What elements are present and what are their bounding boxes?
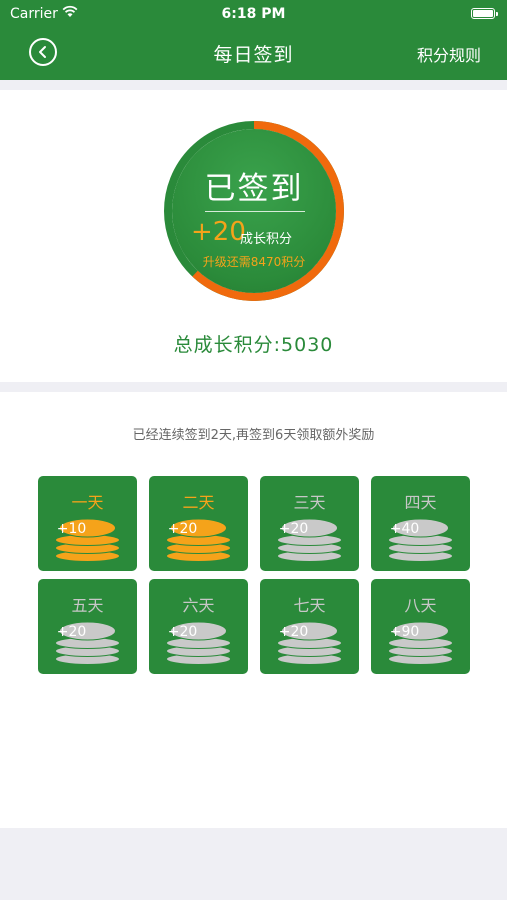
points-rules-link[interactable]: 积分规则 [417, 42, 481, 66]
day-label: 三天 [293, 493, 326, 512]
day-tile[interactable]: 四天 +40 [371, 476, 470, 571]
day-tile[interactable]: 五天 +20 [38, 579, 137, 674]
day-label: 八天 [404, 596, 437, 615]
day-label: 七天 [293, 596, 326, 615]
earned-points: +20 [191, 217, 246, 247]
reward-points: +20 [56, 624, 87, 640]
day-tile[interactable]: 一天 +10 [38, 476, 137, 571]
day-label: 五天 [71, 596, 104, 615]
reward-points: +20 [167, 521, 198, 537]
day-tile[interactable]: 八天 +90 [371, 579, 470, 674]
day-tile[interactable]: 二天 +20 [149, 476, 248, 571]
day-label: 二天 [182, 493, 215, 512]
status-bar: Carrier 6:18 PM [0, 0, 507, 28]
upgrade-requirement: 升级还需8470积分 [202, 255, 306, 269]
navigation-bar: Carrier 6:18 PM 每日签到 积分规则 [0, 0, 507, 80]
sign-in-summary-card: 已签到 +20 成长积分 升级还需8470积分 总成长积分:5030 [0, 90, 507, 382]
reward-points: +90 [389, 624, 420, 640]
day-tile[interactable]: 七天 +20 [260, 579, 359, 674]
day-tile[interactable]: 三天 +20 [260, 476, 359, 571]
signed-status: 已签到 [204, 171, 304, 207]
streak-rewards-card: 已经连续签到2天,再签到6天领取额外奖励 一天 +10 二天 +20 三天 +20 四天 +4… [0, 392, 507, 828]
day-reward-grid: 一天 +10 二天 +20 三天 +20 四天 +40 五天 +20 六天 +20 七天 +20 八天 +90 [38, 476, 470, 674]
divider [205, 211, 305, 212]
sign-in-button[interactable]: 已签到 +20 成长积分 升级还需8470积分 [172, 129, 336, 293]
day-label: 一天 [71, 493, 104, 512]
reward-points: +10 [56, 521, 87, 537]
reward-points: +20 [278, 521, 309, 537]
earned-points-label: 成长积分 [240, 232, 293, 247]
reward-points: +40 [389, 521, 420, 537]
sign-in-badge: 已签到 +20 成长积分 升级还需8470积分 [163, 120, 345, 302]
clock: 6:18 PM [221, 6, 286, 22]
day-label: 四天 [404, 493, 437, 512]
total-growth-points: 总成长积分:5030 [173, 334, 334, 356]
battery-icon [471, 8, 498, 19]
day-tile[interactable]: 六天 +20 [149, 579, 248, 674]
day-label: 六天 [182, 596, 215, 615]
reward-points: +20 [167, 624, 198, 640]
nav-row: 每日签到 积分规则 [0, 28, 507, 80]
reward-points: +20 [278, 624, 309, 640]
background-fill [0, 828, 507, 900]
streak-message: 已经连续签到2天,再签到6天领取额外奖励 [132, 428, 375, 443]
